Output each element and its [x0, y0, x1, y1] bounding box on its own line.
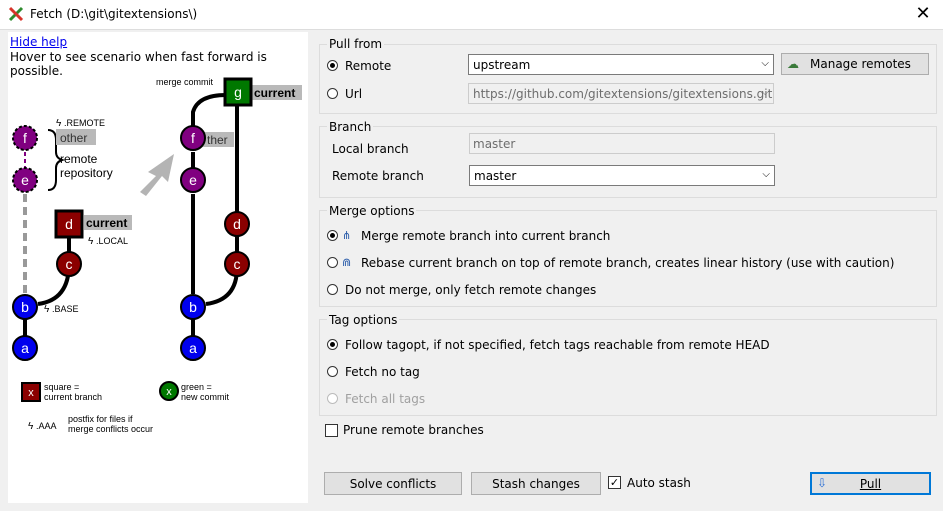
follow-tagopt-radio[interactable] [327, 339, 338, 350]
pull-label: Pull [859, 477, 882, 491]
remote-repository-line1: remote [60, 152, 98, 166]
node-f-right-label: f [191, 130, 195, 146]
remote-bolt-icon: ϟ [56, 118, 62, 129]
node-e-right-label: e [189, 172, 197, 188]
manage-remotes-button[interactable]: ☁ Manage remotes [781, 53, 929, 75]
legend-square-x: x [28, 387, 34, 399]
remote-combo[interactable]: upstream ⌵ [468, 54, 774, 75]
all-tags-label[interactable]: Fetch all tags [345, 392, 425, 406]
close-icon[interactable]: ✕ [913, 3, 933, 24]
remote-combo-value: upstream [473, 58, 531, 72]
remote-repository-line2: repository [60, 166, 113, 180]
url-combo-value: https://github.com/gitextensions/gitexte… [473, 87, 773, 101]
local-postfix-label: .LOCAL [96, 236, 128, 246]
pull-scenario-diagram: merge commit ϟ .REMOTE other remote repo… [12, 77, 302, 434]
current-label-left: current [86, 216, 127, 230]
stash-changes-label: Stash changes [492, 477, 580, 491]
no-tag-radio[interactable] [327, 366, 338, 377]
url-radio-label[interactable]: Url [345, 87, 362, 101]
manage-remotes-label: Manage remotes [810, 57, 911, 71]
legend-square-line2: current branch [44, 392, 102, 402]
legend-green-line2: new commit [181, 392, 230, 402]
rebase-icon: ⋒ [342, 256, 352, 269]
base-bolt-icon: ϟ [44, 304, 50, 315]
url-combo[interactable]: https://github.com/gitextensions/gitexte… [468, 83, 774, 104]
help-panel: Hide help Hover to see scenario when fas… [8, 32, 308, 503]
node-e-left-label: e [21, 172, 29, 188]
remote-radio-label[interactable]: Remote [345, 59, 391, 73]
other-label-left: other [60, 131, 87, 145]
prune-checkbox[interactable] [325, 424, 338, 437]
legend-green-line1: green = [181, 382, 212, 392]
local-branch-field[interactable]: master [469, 133, 775, 154]
chevron-down-icon: ⌵ [761, 87, 769, 98]
current-label-right: current [254, 86, 295, 100]
url-radio[interactable] [327, 88, 338, 99]
follow-tagopt-label[interactable]: Follow tagopt, if not specified, fetch t… [345, 338, 770, 352]
aaa-bolt-icon: ϟ [28, 421, 34, 432]
node-b-right-label: b [189, 299, 197, 315]
pull-arrow-icon: ⇩ [817, 476, 828, 490]
local-branch-label: Local branch [332, 142, 409, 156]
solve-conflicts-label: Solve conflicts [349, 477, 437, 491]
node-b-left-label: b [21, 299, 29, 315]
remote-postfix-label: .REMOTE [64, 118, 105, 128]
auto-stash-checkbox[interactable]: ✓ [608, 476, 621, 489]
branch-label: Branch [327, 120, 374, 134]
node-g-right-label: g [234, 84, 242, 100]
merge-commit-label: merge commit [156, 77, 214, 87]
aaa-text-line1: postfix for files if [68, 414, 133, 424]
aaa-postfix-label: .AAA [36, 421, 57, 431]
base-postfix-label: .BASE [52, 304, 79, 314]
prune-label[interactable]: Prune remote branches [343, 423, 484, 437]
node-d-left-label: d [65, 216, 73, 232]
node-a-left-label: a [21, 340, 29, 356]
manage-remotes-icon: ☁ [787, 57, 799, 71]
pull-button[interactable]: ⇩ Pull [810, 472, 931, 495]
remote-branch-combo[interactable]: master ⌵ [469, 165, 775, 186]
legend-square-line1: square = [44, 382, 79, 392]
rebase-radio[interactable] [327, 257, 338, 268]
title-bar: Fetch (D:\git\gitextensions\) ✕ [0, 0, 943, 30]
merge-radio[interactable] [327, 230, 338, 241]
fetch-only-radio-label[interactable]: Do not merge, only fetch remote changes [345, 283, 596, 297]
stash-changes-button[interactable]: Stash changes [471, 472, 601, 495]
solve-conflicts-button[interactable]: Solve conflicts [324, 472, 462, 495]
fetch-only-radio[interactable] [327, 284, 338, 295]
node-c-left-label: c [66, 256, 73, 272]
window-title: Fetch (D:\git\gitextensions\) [30, 7, 198, 21]
chevron-down-icon: ⌵ [761, 58, 769, 69]
rebase-radio-label[interactable]: Rebase current branch on top of remote b… [361, 256, 894, 270]
remote-branch-label: Remote branch [332, 169, 424, 183]
merge-radio-label[interactable]: Merge remote branch into current branch [361, 229, 610, 243]
no-tag-label[interactable]: Fetch no tag [345, 365, 420, 379]
remote-branch-value: master [474, 169, 517, 183]
auto-stash-label[interactable]: Auto stash [627, 476, 691, 490]
other-label-right: ther [207, 133, 228, 147]
tag-options-label: Tag options [327, 313, 400, 327]
node-a-right-label: a [189, 340, 197, 356]
legend-green-x: x [166, 386, 172, 398]
merge-icon: ⋔ [342, 229, 352, 242]
node-c-right-label: c [234, 256, 241, 272]
remote-radio[interactable] [327, 60, 338, 71]
transition-arrow-icon [140, 154, 174, 196]
pull-from-label: Pull from [327, 37, 385, 51]
node-d-right-label: d [233, 216, 241, 232]
local-branch-value: master [473, 137, 516, 151]
all-tags-radio[interactable] [327, 393, 338, 404]
git-extensions-logo-icon [8, 6, 24, 22]
chevron-down-icon: ⌵ [762, 169, 770, 180]
merge-options-label: Merge options [327, 204, 417, 218]
local-bolt-icon: ϟ [88, 236, 94, 247]
node-f-left-label: f [23, 130, 27, 146]
aaa-text-line2: merge conflicts occur [68, 424, 153, 434]
